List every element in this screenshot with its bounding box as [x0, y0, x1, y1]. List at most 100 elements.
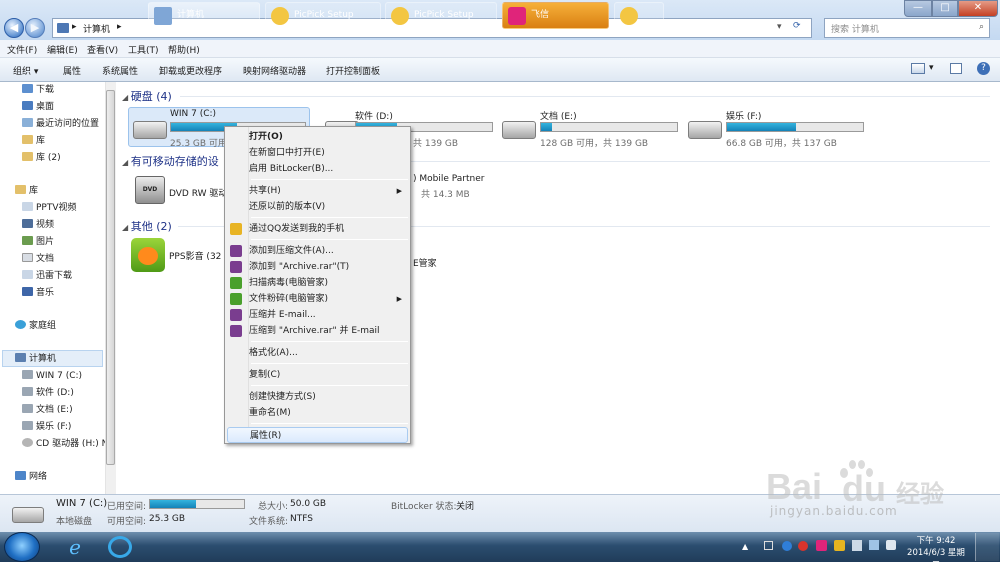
tray-expand-icon[interactable]: ▲	[742, 542, 748, 551]
drive-f[interactable]: 娱乐 (F:) 66.8 GB 可用，共 137 GB	[688, 108, 868, 149]
menu-help[interactable]: 帮助(H)	[168, 43, 200, 56]
context-menu-item[interactable]: 添加到压缩文件(A)...	[227, 243, 408, 259]
nav-homegroup[interactable]: 家庭组	[15, 318, 56, 334]
group-hard-disks[interactable]: ◢ 硬盘 (4)	[122, 88, 172, 104]
usage-fill	[541, 123, 552, 131]
show-desktop-button[interactable]	[975, 533, 999, 561]
group-removable[interactable]: ◢ 有可移动存储的设	[122, 153, 219, 169]
context-menu-item[interactable]: 格式化(A)...	[227, 345, 408, 361]
tray-fetion-icon[interactable]	[816, 540, 827, 551]
refresh-icon[interactable]: ⟳	[793, 21, 801, 31]
tray-network-icon[interactable]	[782, 541, 792, 551]
menu-tools[interactable]: 工具(T)	[128, 43, 159, 56]
nav-libraries[interactable]: 库	[15, 183, 38, 199]
pc-manager-item[interactable]: E管家	[413, 256, 437, 269]
uninstall-program-button[interactable]: 卸载或更改程序	[159, 64, 222, 77]
minimize-button[interactable]: —	[904, 0, 932, 17]
nav-videos[interactable]: 视频	[22, 217, 54, 233]
nav-recent-places[interactable]: 最近访问的位置	[22, 116, 99, 132]
context-menu-item[interactable]: 打开(O)	[227, 129, 408, 145]
menu-edit[interactable]: 编辑(E)	[47, 43, 78, 56]
nav-thunder-downloads[interactable]: 迅雷下载	[22, 268, 72, 284]
ie-icon[interactable]: e	[62, 535, 88, 559]
open-control-panel-button[interactable]: 打开控制面板	[326, 64, 380, 77]
menu-view[interactable]: 查看(V)	[87, 43, 118, 56]
back-button[interactable]: ◀	[4, 18, 24, 38]
start-button[interactable]	[4, 532, 40, 562]
context-menu-item[interactable]: 还原以前的版本(V)	[227, 199, 408, 215]
context-menu-item[interactable]: 属性(R)	[227, 427, 408, 443]
nav-drive-d[interactable]: 软件 (D:)	[22, 385, 74, 401]
tray-window-icon[interactable]	[764, 541, 773, 550]
chevron-down-icon[interactable]: ▾	[929, 63, 934, 73]
maximize-button[interactable]: □	[932, 0, 958, 17]
tray-display-icon[interactable]	[869, 540, 879, 550]
clock-time: 下午 9:42	[916, 536, 956, 546]
nav-network[interactable]: 网络	[15, 469, 47, 485]
context-menu-item[interactable]: 压缩并 E-mail...	[227, 307, 408, 323]
submenu-arrow-icon: ▶	[396, 187, 402, 195]
menu-file[interactable]: 文件(F)	[7, 43, 37, 56]
nav-drive-f[interactable]: 娱乐 (F:)	[22, 419, 71, 435]
organize-button[interactable]: 组织 ▾	[13, 64, 38, 77]
nav-library[interactable]: 库	[22, 133, 45, 149]
view-options-icon[interactable]	[911, 63, 925, 74]
nav-downloads[interactable]: 下载	[22, 82, 54, 98]
context-menu-item[interactable]: 共享(H) ▶	[227, 183, 408, 199]
forward-button[interactable]: ▶	[25, 18, 45, 38]
context-menu-item[interactable]: 启用 BitLocker(B)...	[227, 161, 408, 177]
preview-pane-icon[interactable]	[950, 63, 962, 74]
app-launcher-icon[interactable]	[108, 536, 132, 558]
context-menu-item[interactable]: 重命名(M)	[227, 405, 408, 421]
help-icon[interactable]: ?	[977, 62, 990, 75]
nav-computer[interactable]: 计算机	[15, 351, 56, 367]
taskbar-picpick-1[interactable]: PicPick Setup	[265, 2, 381, 29]
dropdown-icon[interactable]: ▾	[777, 22, 782, 32]
context-menu-item[interactable]: 文件粉碎(电脑管家) ▶	[227, 291, 408, 307]
context-menu-item[interactable]: 复制(C)	[227, 367, 408, 383]
shield-icon	[230, 293, 242, 305]
context-menu-item[interactable]: 创建快捷方式(S)	[227, 389, 408, 405]
tray-security-icon[interactable]	[798, 541, 808, 551]
clock[interactable]: 下午 9:42 2014/6/3 星期二	[905, 535, 967, 562]
drive-free-space: 共 139 GB	[413, 139, 459, 149]
usage-fill	[727, 123, 797, 131]
pps-item[interactable]: PPS影音 (32	[130, 238, 230, 274]
nav-music[interactable]: 音乐	[22, 285, 54, 301]
tray-flag-icon[interactable]	[852, 540, 862, 551]
nav-pictures[interactable]: 图片	[22, 234, 54, 250]
context-menu-item[interactable]: 压缩到 "Archive.rar" 并 E-mail	[227, 323, 408, 339]
breadcrumb-arrow-icon: ▸	[117, 22, 122, 32]
taskbar-picpick-2[interactable]: PicPick Setup	[385, 2, 497, 29]
nav-scrollbar-thumb[interactable]	[106, 90, 115, 465]
details-free-value: 25.3 GB	[149, 514, 186, 524]
nav-desktop[interactable]: 桌面	[22, 99, 54, 115]
drive-e[interactable]: 文档 (E:) 128 GB 可用，共 139 GB	[502, 108, 682, 149]
context-menu-item[interactable]: 扫描病毒(电脑管家)	[227, 275, 408, 291]
close-button[interactable]: ✕	[958, 0, 998, 17]
nav-pptv[interactable]: PPTV视频	[22, 200, 77, 216]
nav-drive-e[interactable]: 文档 (E:)	[22, 402, 73, 418]
taskbar-fetion[interactable]: 飞信	[502, 2, 609, 29]
tray-shield-icon[interactable]	[834, 540, 845, 551]
nav-drive-h[interactable]: CD 驱动器 (H:) N	[22, 436, 108, 452]
mobile-partner-drive[interactable]: ) Mobile Partner 共 14.3 MB	[413, 173, 533, 203]
breadcrumb-computer[interactable]: 计算机	[83, 22, 110, 35]
tray-volume-icon[interactable]	[886, 540, 896, 550]
taskbar-computer[interactable]: 计算机	[148, 2, 260, 29]
context-menu-item[interactable]: 在新窗口中打开(E)	[227, 145, 408, 161]
context-menu-item[interactable]: 添加到 "Archive.rar"(T)	[227, 259, 408, 275]
group-other[interactable]: ◢ 其他 (2)	[122, 218, 172, 234]
dvd-drive[interactable]: DVD DVD RW 驱动	[130, 176, 230, 206]
nav-library-2[interactable]: 库 (2)	[22, 150, 61, 166]
hard-drive-icon	[133, 121, 167, 139]
context-menu-item[interactable]: 通过QQ发送到我的手机	[227, 221, 408, 237]
system-properties-button[interactable]: 系统属性	[102, 64, 138, 77]
properties-button[interactable]: 属性	[63, 64, 81, 77]
nav-documents[interactable]: 文档	[22, 251, 54, 267]
drive-icon	[22, 421, 33, 430]
search-input[interactable]: 搜索 计算机 ⌕	[824, 18, 990, 38]
nav-drive-c[interactable]: WIN 7 (C:)	[22, 368, 82, 384]
map-network-drive-button[interactable]: 映射网络驱动器	[243, 64, 306, 77]
taskbar-picpick-tray[interactable]	[614, 2, 664, 29]
